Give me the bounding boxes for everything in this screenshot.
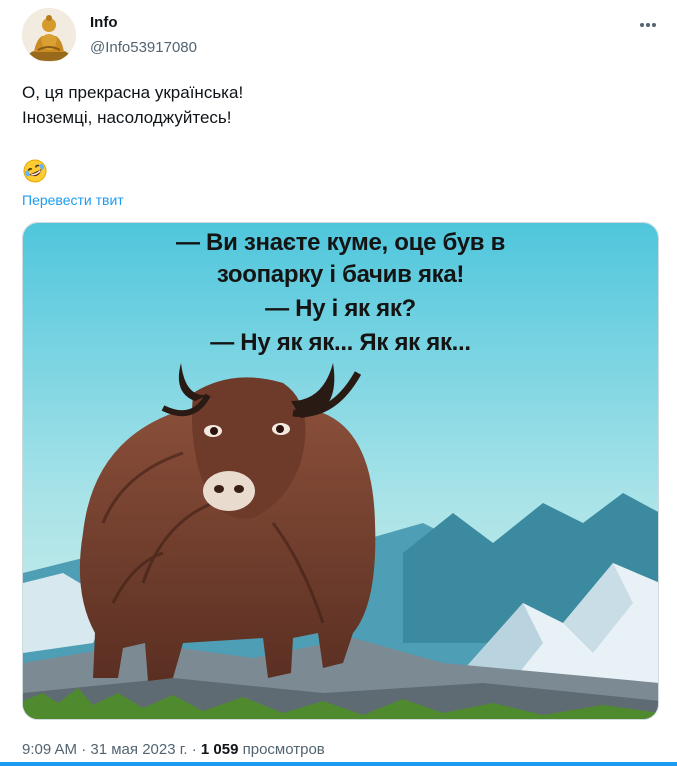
bottom-accent-bar [0, 762, 677, 766]
tweet-text-line: О, ця прекрасна українська! [22, 83, 244, 102]
tweet-time[interactable]: 9:09 AM [22, 741, 77, 758]
tweet-metadata: 9:09 AM · 31 мая 2023 г. · 1 059 просмот… [22, 741, 325, 758]
avatar[interactable] [22, 8, 76, 62]
meta-separator: · [81, 741, 87, 758]
tweet-date[interactable]: 31 мая 2023 г. [90, 741, 187, 758]
buddha-avatar-icon [22, 8, 76, 62]
tweet-media-image[interactable]: — Ви знаєте куме, оце був в зоопарку і б… [22, 222, 659, 720]
meta-separator: · [191, 741, 197, 758]
tweet-header: Info @Info53917080 [22, 8, 677, 64]
meme-caption-line: — Ну як як... Як як як... [210, 329, 471, 356]
display-name[interactable]: Info [90, 14, 197, 32]
translate-tweet-link[interactable]: Перевести твит [22, 191, 124, 209]
author-block: Info @Info53917080 [90, 14, 197, 58]
tweet-text-line: Іноземці, насолоджуйтесь! [22, 108, 232, 127]
rofl-emoji-icon [22, 158, 48, 184]
meme-caption-line: зоопарку і бачив яка! [216, 261, 465, 288]
meme-caption-line: — Ну і як як? [265, 295, 416, 322]
views-count: 1 059 [200, 741, 239, 758]
meme-caption-line: — Ви знаєте куме, оце був в [175, 229, 506, 256]
more-options-button[interactable] [637, 14, 659, 36]
more-horizontal-icon [640, 23, 656, 27]
views-label: просмотров [242, 741, 325, 758]
tweet-text: О, ця прекрасна українська! Іноземці, на… [22, 80, 642, 130]
user-handle[interactable]: @Info53917080 [90, 38, 197, 58]
